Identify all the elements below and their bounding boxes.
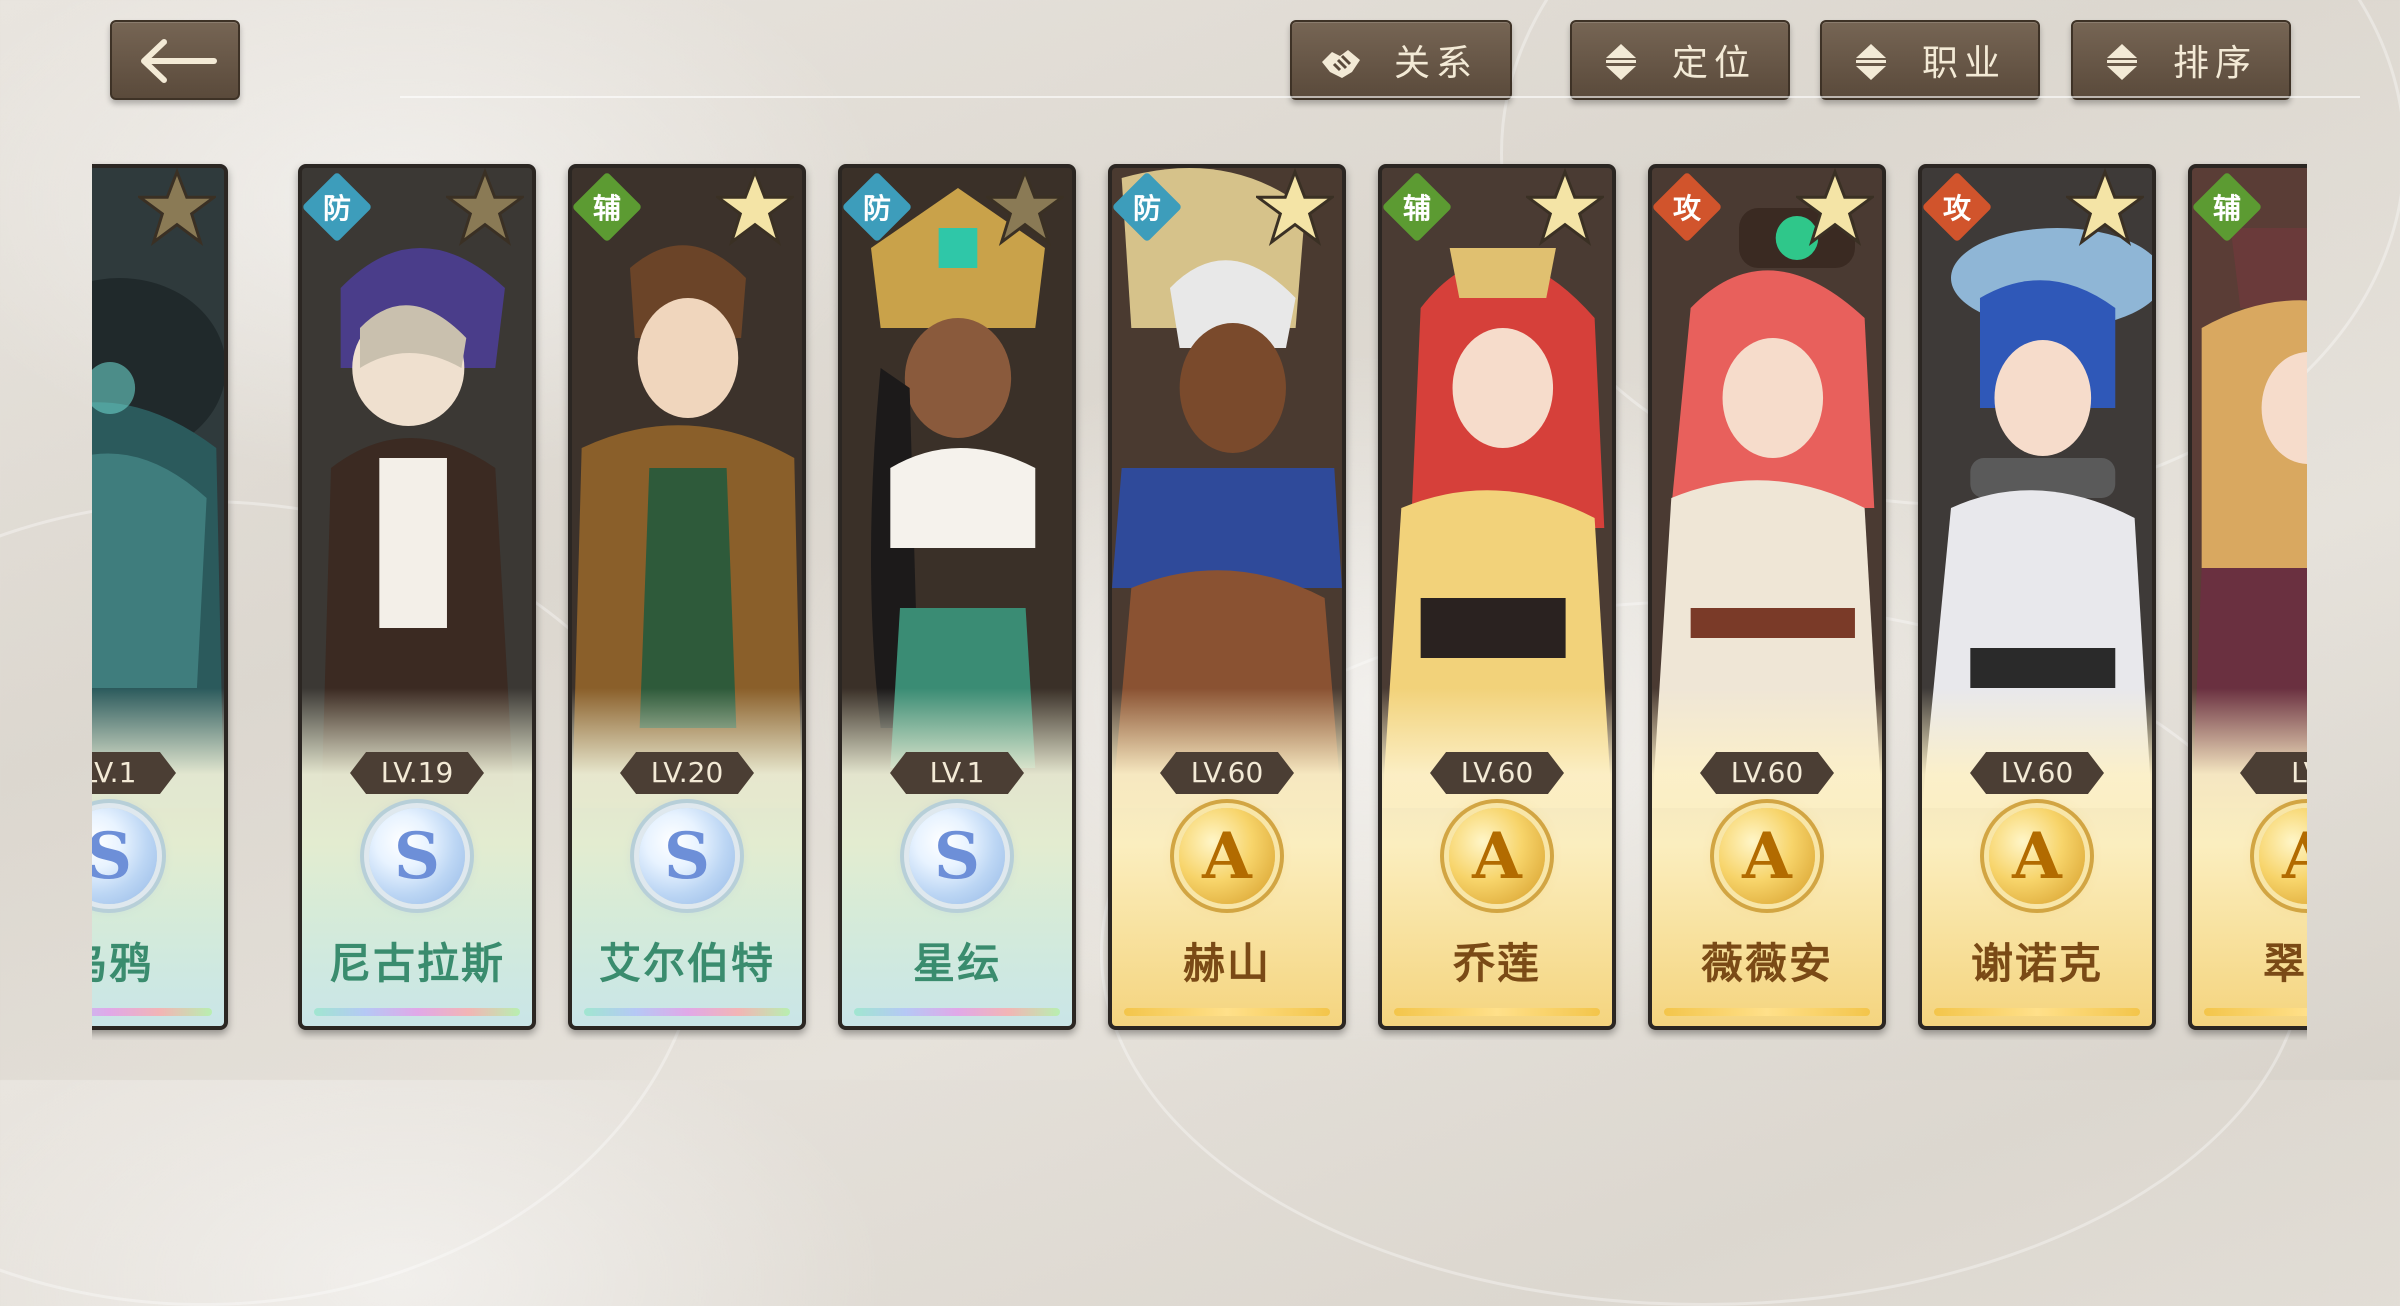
level-badge: LV.60	[1430, 752, 1564, 794]
character-card[interactable]: 攻 LV.60 A 薇薇安	[1648, 164, 1886, 1030]
level-badge: LV.19	[350, 752, 484, 794]
character-name: 尼古拉斯	[328, 939, 505, 988]
star-icon	[2066, 168, 2144, 246]
class-filter-button[interactable]: 职业	[1820, 20, 2040, 100]
level-badge: LV.60	[1970, 752, 2104, 794]
character-card[interactable]: 防 LV.19 S 尼古拉斯	[298, 164, 536, 1030]
character-card[interactable]: 辅 LV.60 A 乔莲	[1378, 164, 1616, 1030]
rarity-bar	[1124, 1008, 1330, 1016]
star-icon	[446, 168, 524, 246]
star-icon	[1256, 168, 1334, 246]
rank-a-icon: A	[1449, 808, 1545, 904]
rank-s-icon: S	[369, 808, 465, 904]
character-name: 星纭	[912, 939, 1001, 988]
rarity-bar	[854, 1008, 1060, 1016]
character-name: 乌鸦	[92, 939, 153, 988]
character-card[interactable]: 攻 LV.60 A 谢诺克	[1918, 164, 2156, 1030]
handshake-icon	[1322, 50, 1360, 78]
character-card[interactable]: 防 LV.60 A 赫山	[1108, 164, 1346, 1030]
back-button[interactable]	[110, 20, 240, 100]
rarity-bar	[314, 1008, 520, 1016]
star-icon	[986, 168, 1064, 246]
sort-label: 排序	[2172, 43, 2257, 84]
class-label: 职业	[1921, 43, 2006, 84]
character-name: 薇薇安	[1700, 939, 1833, 988]
back-arrow-icon	[141, 39, 217, 83]
rank-a-icon: A	[1719, 808, 1815, 904]
rarity-bar	[1664, 1008, 1870, 1016]
rank-s-icon: S	[909, 808, 1005, 904]
character-name: 艾尔伯特	[598, 939, 775, 988]
sort-toggle-icon	[2107, 44, 2137, 80]
star-icon	[1796, 168, 1874, 246]
sort-button[interactable]: 排序	[2071, 20, 2291, 100]
star-icon	[138, 168, 216, 246]
rarity-bar	[1394, 1008, 1600, 1016]
relation-button[interactable]: 关系	[1290, 20, 1512, 100]
rarity-bar	[92, 1008, 212, 1016]
character-name: 谢诺克	[1970, 939, 2103, 988]
character-name: 乔莲	[1452, 939, 1541, 988]
character-name: 赫山	[1182, 939, 1271, 988]
rarity-bar	[2204, 1008, 2307, 1016]
sort-toggle-icon	[1856, 44, 1886, 80]
character-card[interactable]: 辅 LV.20 S 艾尔伯特	[568, 164, 806, 1030]
level-badge: LV.1	[92, 752, 176, 794]
rarity-bar	[1934, 1008, 2140, 1016]
character-card[interactable]: LV.1 S 乌鸦	[92, 164, 228, 1030]
character-card[interactable]: 防 LV.1 S 星纭	[838, 164, 1076, 1030]
character-list[interactable]: LV.1 S 乌鸦 防 LV.19 S 尼古拉斯	[92, 160, 2307, 1040]
rank-s-icon: S	[639, 808, 735, 904]
divider	[400, 96, 2360, 98]
level-badge: LV.20	[620, 752, 754, 794]
character-name: 翠西	[2262, 939, 2307, 988]
level-badge: LV.60	[1160, 752, 1294, 794]
position-label: 定位	[1671, 43, 1756, 84]
sort-toggle-icon	[1606, 44, 1636, 80]
character-card[interactable]: 辅 LV A 翠西	[2188, 164, 2307, 1030]
level-badge: LV.1	[890, 752, 1024, 794]
star-icon	[716, 168, 794, 246]
position-filter-button[interactable]: 定位	[1570, 20, 1790, 100]
star-icon	[1526, 168, 1604, 246]
rarity-bar	[584, 1008, 790, 1016]
level-badge: LV.60	[1700, 752, 1834, 794]
rank-a-icon: A	[1179, 808, 1275, 904]
rank-a-icon: A	[1989, 808, 2085, 904]
relation-label: 关系	[1393, 43, 1478, 84]
